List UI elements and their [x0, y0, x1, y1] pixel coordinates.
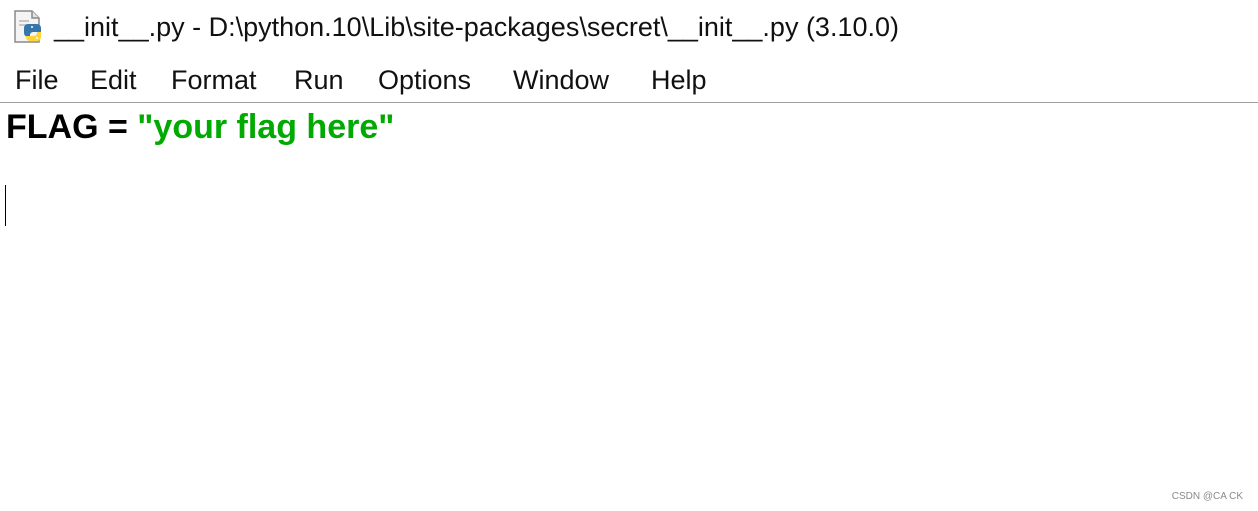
menu-file[interactable]: File — [15, 64, 59, 96]
title-bar[interactable]: __init__.py - D:\python.10\Lib\site-pack… — [0, 0, 1258, 56]
menu-window[interactable]: Window — [513, 64, 609, 96]
window-title: __init__.py - D:\python.10\Lib\site-pack… — [54, 12, 899, 42]
python-file-icon — [12, 9, 50, 45]
menu-options[interactable]: Options — [378, 64, 471, 96]
watermark: CSDN @CA CK — [1171, 491, 1243, 502]
code-token-plain: FLAG = — [6, 108, 138, 146]
text-cursor — [5, 185, 6, 226]
code-editor[interactable]: FLAG = "your flag here" — [0, 103, 1258, 511]
menu-help[interactable]: Help — [651, 64, 707, 96]
code-line: FLAG = "your flag here" — [6, 107, 394, 147]
menu-bar: File Edit Format Run Options Window Help — [0, 58, 1258, 103]
menu-edit[interactable]: Edit — [90, 64, 137, 96]
menu-format[interactable]: Format — [171, 64, 257, 96]
code-token-string: "your flag here" — [137, 108, 395, 146]
menu-run[interactable]: Run — [294, 64, 344, 96]
